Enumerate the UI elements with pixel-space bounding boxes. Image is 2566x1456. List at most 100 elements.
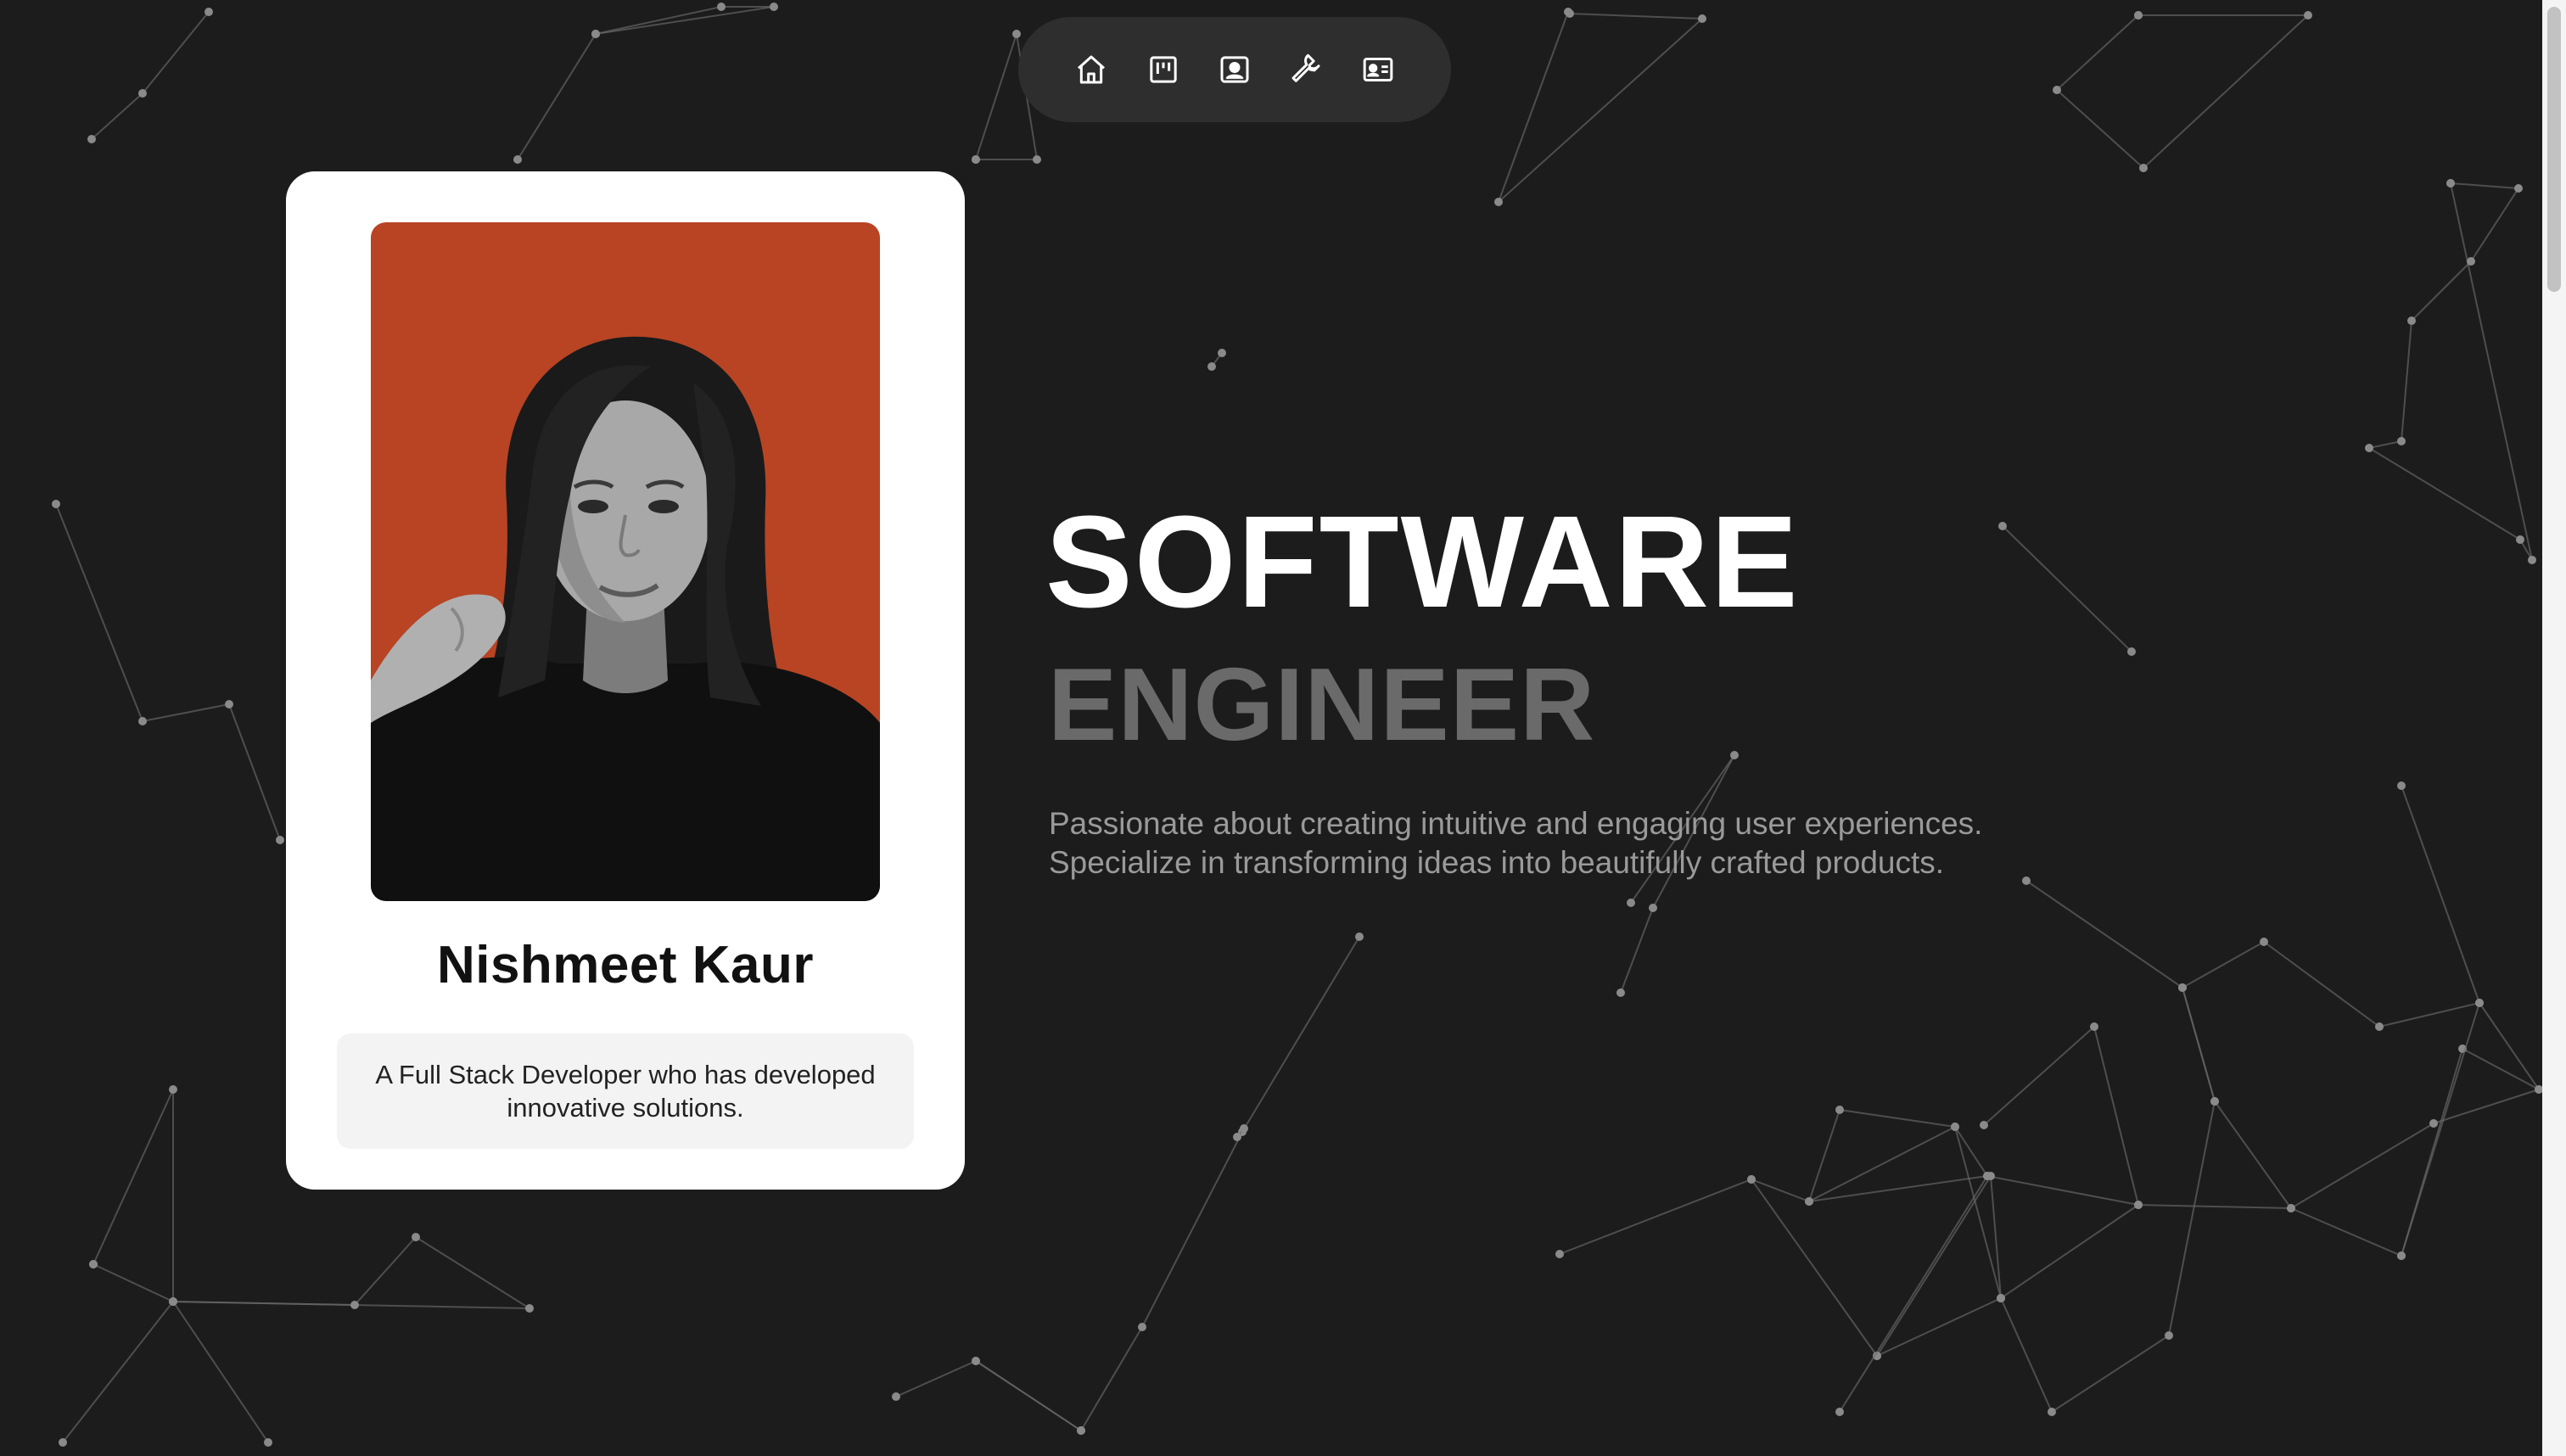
- network-node: [169, 1085, 177, 1094]
- network-link: [228, 703, 281, 841]
- top-navigation-bar: [1018, 17, 1451, 122]
- network-node: [1207, 362, 1216, 371]
- network-node: [1835, 1408, 1844, 1416]
- network-link: [1498, 18, 1703, 203]
- profile-portrait-icon: [1220, 56, 1249, 83]
- nav-home-button[interactable]: [1064, 42, 1118, 97]
- hero-title-engineer: ENGINEER: [1048, 647, 1596, 762]
- network-node: [770, 3, 778, 11]
- nav-about-button[interactable]: [1207, 42, 1262, 97]
- network-link: [2479, 1002, 2540, 1090]
- network-link: [2137, 1204, 2292, 1209]
- network-node: [2048, 1408, 2056, 1416]
- network-link: [2056, 14, 2139, 91]
- network-link: [2263, 941, 2380, 1028]
- network-node: [1218, 349, 1226, 357]
- page-scrollbar-thumb[interactable]: [2547, 7, 2561, 292]
- hero-title-software: SOFTWARE: [1045, 489, 1800, 635]
- network-node: [2528, 556, 2536, 564]
- network-node: [972, 155, 980, 164]
- page-scrollbar-track[interactable]: [2542, 0, 2566, 1456]
- network-node: [2397, 437, 2406, 445]
- network-node: [1730, 751, 1739, 759]
- network-node: [87, 135, 96, 143]
- nav-contact-button[interactable]: [1351, 42, 1405, 97]
- network-link: [2214, 1100, 2292, 1209]
- network-link: [1241, 936, 1360, 1133]
- network-node: [1835, 1106, 1844, 1114]
- network-link: [92, 1089, 174, 1265]
- network-node: [204, 8, 213, 16]
- network-node: [2134, 11, 2143, 20]
- network-node: [138, 89, 147, 98]
- network-node: [2397, 781, 2406, 790]
- network-node: [1616, 988, 1625, 997]
- network-link: [2025, 880, 2183, 988]
- network-node: [2165, 1331, 2173, 1340]
- network-node: [264, 1438, 272, 1447]
- network-link: [2000, 1297, 2053, 1413]
- nav-projects-button[interactable]: [1136, 42, 1191, 97]
- network-node: [1698, 14, 1706, 23]
- network-link: [2470, 188, 2519, 262]
- network-link: [2401, 785, 2480, 1004]
- network-node: [1627, 899, 1635, 907]
- network-link: [2450, 182, 2533, 561]
- network-link: [2290, 1207, 2402, 1257]
- network-link: [2462, 1048, 2540, 1090]
- network-node: [169, 1297, 177, 1306]
- network-link: [2051, 1335, 2170, 1413]
- network-node: [1555, 1250, 1564, 1258]
- network-node: [1138, 1323, 1146, 1331]
- network-node: [1012, 30, 1021, 38]
- network-link: [1141, 1131, 1243, 1328]
- profile-bio-box: A Full Stack Developer who has developed…: [337, 1033, 914, 1149]
- network-link: [2143, 14, 2309, 169]
- network-node: [972, 1357, 980, 1365]
- profile-bio: A Full Stack Developer who has developed…: [375, 1060, 876, 1123]
- network-link: [1983, 1026, 2095, 1126]
- kanban-board-icon: [1149, 56, 1177, 83]
- network-node: [892, 1392, 900, 1401]
- network-node: [1077, 1426, 1085, 1435]
- network-node: [350, 1301, 359, 1309]
- network-node: [59, 1438, 67, 1447]
- home-icon: [1078, 55, 1106, 84]
- network-node: [1747, 1175, 1756, 1184]
- network-link: [2368, 447, 2521, 540]
- network-link: [895, 1360, 977, 1397]
- network-node: [2407, 316, 2416, 325]
- network-node: [2467, 257, 2475, 266]
- network-node: [2516, 535, 2524, 544]
- network-link: [2378, 1002, 2480, 1028]
- network-node: [1983, 1172, 1992, 1180]
- network-link: [2093, 1026, 2139, 1206]
- network-link: [1559, 1179, 1752, 1255]
- network-link: [415, 1236, 530, 1309]
- network-link: [2000, 1204, 2139, 1299]
- network-link: [517, 33, 597, 160]
- network-link: [2450, 182, 2519, 189]
- network-node: [138, 717, 147, 725]
- network-link: [1569, 13, 1703, 20]
- network-node: [513, 155, 522, 164]
- network-node: [2446, 179, 2455, 188]
- network-node: [2514, 184, 2523, 193]
- network-node: [2260, 938, 2268, 946]
- network-node: [1980, 1121, 1988, 1129]
- wrench-icon: [1291, 53, 1320, 82]
- network-node: [1033, 155, 1041, 164]
- network-link: [354, 1236, 417, 1306]
- network-node: [2139, 164, 2148, 172]
- network-node: [2287, 1204, 2295, 1212]
- network-link: [1839, 1175, 1988, 1413]
- network-node: [2022, 876, 2031, 885]
- network-link: [975, 33, 1017, 160]
- nav-skills-button[interactable]: [1279, 42, 1333, 97]
- network-node: [2397, 1252, 2406, 1260]
- hero-tagline: Passionate about creating intuitive and …: [1049, 804, 1982, 882]
- profile-card: Nishmeet Kaur A Full Stack Developer who…: [286, 171, 965, 1190]
- network-link: [1620, 907, 1654, 994]
- network-link: [142, 703, 230, 722]
- network-node: [52, 500, 60, 508]
